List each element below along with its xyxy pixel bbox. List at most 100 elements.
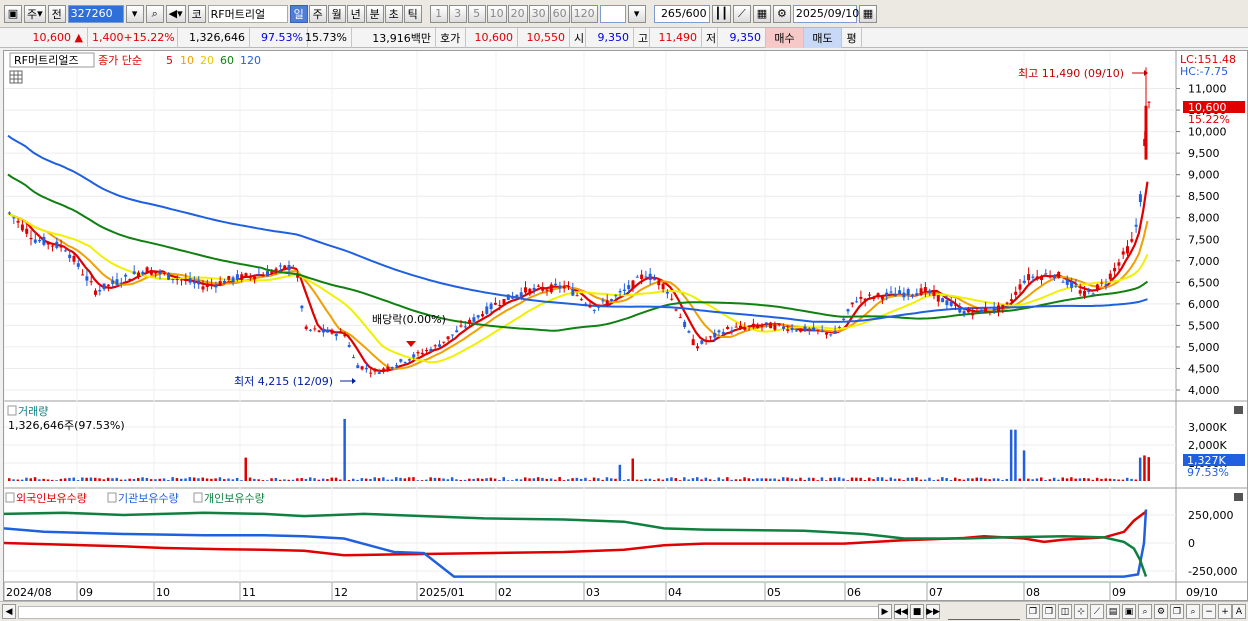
- zoom-in-icon[interactable]: ⌕: [1138, 604, 1152, 619]
- prev-button[interactable]: 전: [47, 4, 66, 23]
- period-month[interactable]: 월: [327, 4, 346, 23]
- volume-bar: [46, 479, 50, 481]
- candle-icon[interactable]: ┃┃: [711, 4, 731, 23]
- market-select[interactable]: 주 ▾: [24, 4, 46, 23]
- last-icon[interactable]: ▶▶: [926, 604, 940, 619]
- price-change: 1,400 +15.22%: [88, 27, 178, 48]
- custom-interval-input[interactable]: [599, 4, 626, 23]
- calendar-icon[interactable]: ▦: [858, 4, 877, 23]
- search-icon[interactable]: ⌕: [145, 4, 164, 23]
- copy-icon[interactable]: ❐: [1026, 604, 1040, 619]
- settings-icon[interactable]: ⚙: [1154, 604, 1168, 619]
- candle-body: [622, 289, 626, 291]
- candle-body: [326, 329, 330, 333]
- candle-body: [493, 302, 497, 305]
- volume-close-icon[interactable]: [1234, 406, 1243, 414]
- candle-body: [726, 326, 730, 329]
- buy-button[interactable]: 매수: [766, 27, 804, 48]
- search-chart-icon[interactable]: ⌕: [1186, 604, 1200, 619]
- volume-bar: [347, 480, 351, 481]
- interval-60[interactable]: 60: [549, 4, 570, 23]
- candle-body: [941, 298, 945, 303]
- volume-bar: [1065, 478, 1069, 481]
- chart-scrollbar[interactable]: ◀ ▶ ◀◀ ■ ▶▶ ❐ ❐ ◫ ⊹ ⟋ ▤ ▣ ⌕ ⚙ ❐ ⌕ − + A: [0, 601, 1248, 621]
- chart-area[interactable]: RF머트리얼즈 종가 단순 5 10 20 60 120 LC:151.48 H…: [3, 50, 1248, 601]
- chart-svg[interactable]: RF머트리얼즈 종가 단순 5 10 20 60 120 LC:151.48 H…: [3, 51, 1247, 600]
- interval-1[interactable]: 1: [429, 4, 448, 23]
- interval-10[interactable]: 10: [486, 4, 507, 23]
- candle-body: [803, 326, 807, 332]
- volume-bar: [1027, 478, 1030, 481]
- volume-bar: [1031, 479, 1034, 481]
- font-size-icon[interactable]: A: [1232, 604, 1246, 619]
- avg-button[interactable]: 평: [842, 27, 862, 48]
- candle-body: [872, 297, 876, 300]
- volume-bar: [545, 478, 548, 481]
- interval-5[interactable]: 5: [467, 4, 486, 23]
- stop-icon[interactable]: ■: [910, 604, 924, 619]
- market2-button[interactable]: 코: [187, 4, 206, 23]
- scroll-track[interactable]: [18, 606, 882, 619]
- period-day[interactable]: 일: [289, 4, 308, 23]
- zoom-slider[interactable]: [948, 604, 1020, 620]
- volume-bar: [670, 477, 673, 481]
- candle-body: [1104, 284, 1108, 286]
- period-week[interactable]: 주: [308, 4, 327, 23]
- interval-3[interactable]: 3: [448, 4, 467, 23]
- date-input[interactable]: 2025/09/10: [792, 4, 859, 23]
- volume-bar: [1044, 479, 1047, 481]
- volume-bar: [988, 479, 991, 481]
- interval-20[interactable]: 20: [507, 4, 528, 23]
- scroll-right-icon[interactable]: ▶: [878, 604, 892, 619]
- fill-icon[interactable]: ▤: [1106, 604, 1120, 619]
- interval-120[interactable]: 120: [570, 4, 598, 23]
- count-max: /600: [681, 7, 707, 20]
- stock-code-input[interactable]: 327260: [67, 4, 124, 23]
- sell-button[interactable]: 매도: [804, 27, 842, 48]
- table-icon[interactable]: [9, 70, 23, 84]
- volume-bar: [794, 479, 798, 481]
- candle-body: [700, 340, 704, 344]
- volume-bar: [1104, 478, 1107, 481]
- save-view-icon[interactable]: ❐: [1170, 604, 1184, 619]
- volume-bar: [429, 477, 432, 481]
- holders-close-icon[interactable]: [1234, 493, 1243, 501]
- period-minute[interactable]: 분: [365, 4, 384, 23]
- x-tick-label: 02: [498, 586, 512, 599]
- volume-bar: [549, 478, 553, 481]
- period-tick[interactable]: 틱: [403, 4, 422, 23]
- line-icon[interactable]: ⟋: [1090, 604, 1104, 619]
- scroll-left-icon[interactable]: ◀: [2, 604, 16, 619]
- period-year[interactable]: 년: [346, 4, 365, 23]
- candle-body: [751, 323, 755, 328]
- ma-lines: [7, 134, 1149, 373]
- candle-body: [257, 274, 261, 276]
- cross-icon[interactable]: ⊹: [1074, 604, 1088, 619]
- paste-icon[interactable]: ❐: [1042, 604, 1056, 619]
- period-second[interactable]: 초: [384, 4, 403, 23]
- image-icon[interactable]: ▣: [1122, 604, 1136, 619]
- draw-icon[interactable]: ⟋: [732, 4, 751, 23]
- layout-icon[interactable]: ▣: [4, 4, 22, 23]
- count-input[interactable]: 265/600: [653, 4, 710, 23]
- view-icon[interactable]: ◫: [1058, 604, 1072, 619]
- minus-icon[interactable]: −: [1202, 604, 1216, 619]
- candle-body: [708, 336, 712, 338]
- candle-body: [524, 287, 527, 293]
- plus-icon[interactable]: +: [1218, 604, 1232, 619]
- candle-body: [111, 280, 115, 284]
- save-icon[interactable]: ▦: [752, 4, 771, 23]
- first-icon[interactable]: ◀◀: [894, 604, 908, 619]
- candle-body: [769, 322, 773, 329]
- volume-bar: [760, 478, 763, 481]
- speaker-icon[interactable]: ◀▾: [165, 4, 186, 23]
- gear-icon[interactable]: ⚙: [772, 4, 791, 23]
- ma5-label: 5: [166, 54, 173, 67]
- candle-body: [188, 278, 192, 283]
- volume-bar: [786, 477, 789, 481]
- dropdown-icon[interactable]: ▾: [125, 4, 144, 23]
- candle-body: [1018, 284, 1022, 290]
- interval-30[interactable]: 30: [528, 4, 549, 23]
- custom-interval-dropdown-icon[interactable]: ▾: [627, 4, 646, 23]
- candle-body: [481, 314, 484, 317]
